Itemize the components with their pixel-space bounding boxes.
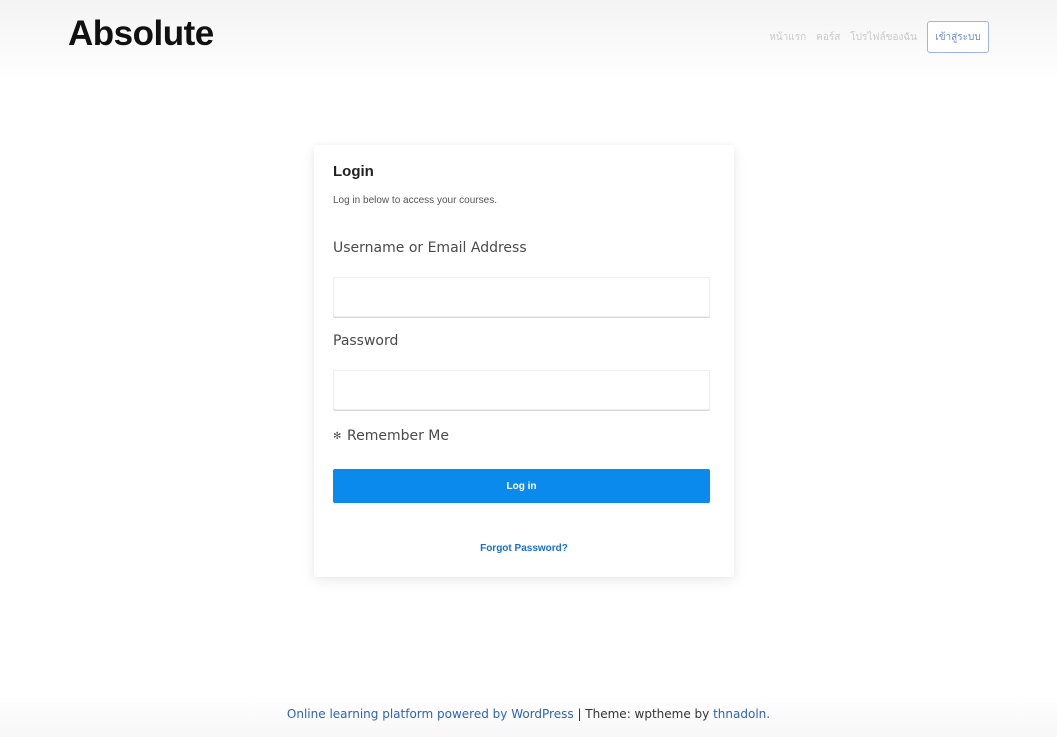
login-subtitle: Log in below to access your courses. (333, 195, 497, 206)
login-card: Login Log in below to access your course… (314, 145, 734, 577)
forgot-password-link[interactable]: Forgot Password? (314, 543, 734, 554)
password-label: Password (333, 333, 399, 349)
footer-theme-text: | Theme: wptheme by (573, 707, 714, 721)
remember-me-label[interactable]: Remember Me (347, 428, 449, 444)
nav-link-courses[interactable]: คอร์ส (816, 30, 840, 45)
nav-login-button[interactable]: เข้าสู่ระบบ (927, 21, 989, 53)
footer-author-link[interactable]: thnadoln. (713, 707, 770, 721)
login-title: Login (333, 163, 374, 180)
remember-me-checkbox[interactable]: ✻ (333, 431, 342, 441)
nav-link-profile[interactable]: โปรไฟล์ของฉัน (850, 30, 917, 45)
username-input[interactable] (333, 277, 710, 317)
login-submit-button[interactable]: Log in (333, 469, 710, 503)
site-header: Absolute หน้าแรก คอร์ส โปรไฟล์ของฉัน เข้… (0, 0, 1057, 80)
remember-me-row: ✻ Remember Me (333, 428, 449, 444)
username-label: Username or Email Address (333, 240, 527, 256)
main-nav: หน้าแรก คอร์ส โปรไฟล์ของฉัน เข้าสู่ระบบ (769, 21, 989, 53)
footer-powered-link[interactable]: Online learning platform powered by Word… (287, 707, 574, 721)
site-footer: Online learning platform powered by Word… (0, 695, 1057, 737)
site-logo[interactable]: Absolute (68, 14, 214, 54)
password-input[interactable] (333, 370, 710, 410)
nav-link-home[interactable]: หน้าแรก (769, 30, 806, 45)
